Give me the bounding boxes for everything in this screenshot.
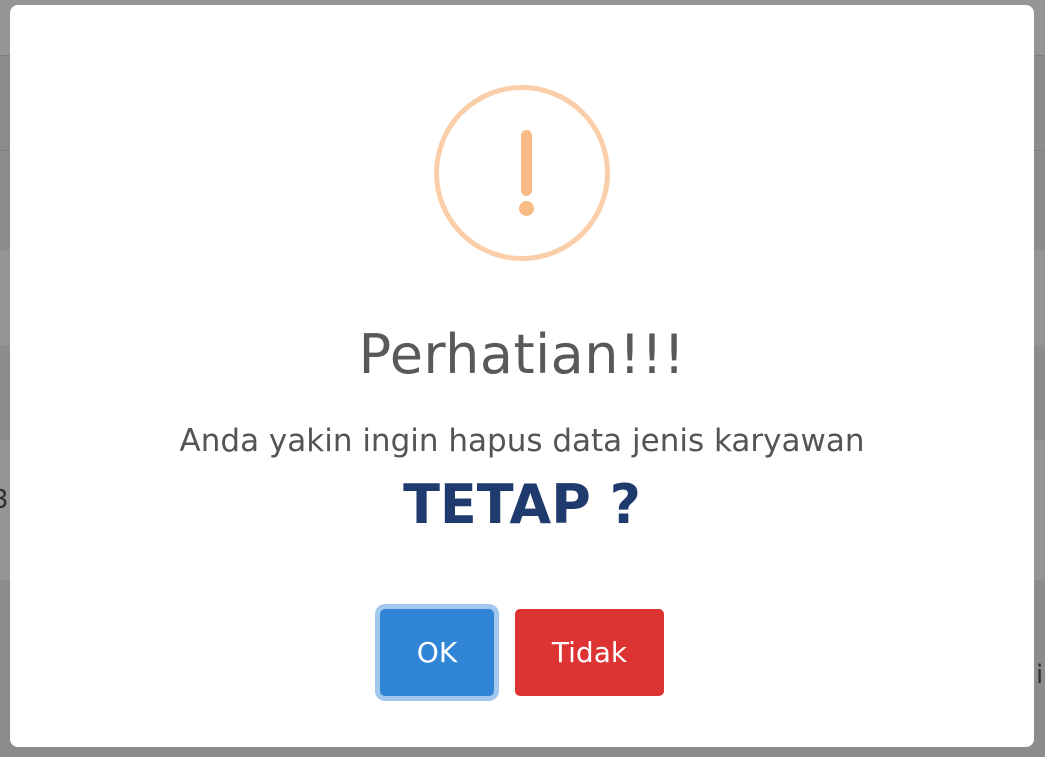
exclamation-bar [521, 130, 532, 196]
background-text-right: i [1036, 660, 1044, 690]
confirm-delete-dialog: Perhatian!!! Anda yakin ingin hapus data… [10, 5, 1034, 747]
background-text-left: 3 [0, 485, 9, 515]
exclamation-dot [519, 201, 534, 216]
warning-exclamation-icon [434, 85, 610, 261]
dialog-message: Anda yakin ingin hapus data jenis karyaw… [179, 423, 865, 459]
cancel-button[interactable]: Tidak [515, 609, 664, 696]
dialog-subject: TETAP ? [403, 473, 641, 536]
ok-button[interactable]: OK [380, 609, 494, 696]
dialog-title: Perhatian!!! [358, 323, 686, 386]
